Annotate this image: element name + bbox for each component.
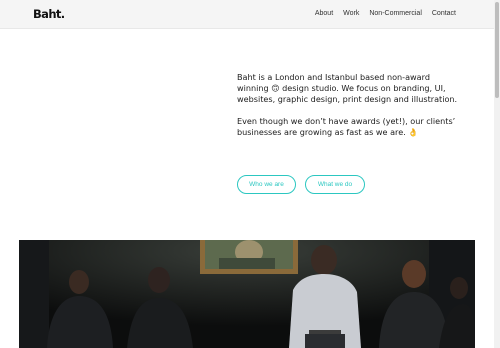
intro-text: Baht is a London and Istanbul based non-…	[237, 72, 459, 149]
scrollbar[interactable]	[494, 0, 500, 348]
nav-non-commercial[interactable]: Non-Commercial	[369, 10, 422, 17]
ok-hand-icon: 👌	[408, 128, 419, 137]
main-nav: About Work Non-Commercial Contact	[305, 10, 456, 17]
logo[interactable]: Baht.	[33, 7, 65, 21]
what-we-do-button[interactable]: What we do	[305, 175, 365, 194]
scrollbar-thumb[interactable]	[495, 2, 499, 98]
upside-down-face-icon: 🙃	[271, 84, 280, 93]
cta-buttons: Who we are What we do	[237, 175, 365, 194]
nav-contact[interactable]: Contact	[432, 10, 456, 17]
site-header: Baht. About Work Non-Commercial Contact	[0, 0, 494, 29]
intro-paragraph-1: Baht is a London and Istanbul based non-…	[237, 72, 458, 104]
hero-image	[19, 240, 475, 348]
who-we-are-button[interactable]: Who we are	[237, 175, 296, 194]
intro-paragraph-2: Even though we don’t have awards (yet!),…	[237, 116, 456, 137]
nav-about[interactable]: About	[315, 10, 333, 17]
nav-work[interactable]: Work	[343, 10, 359, 17]
museum-gallery-photo	[19, 240, 475, 348]
